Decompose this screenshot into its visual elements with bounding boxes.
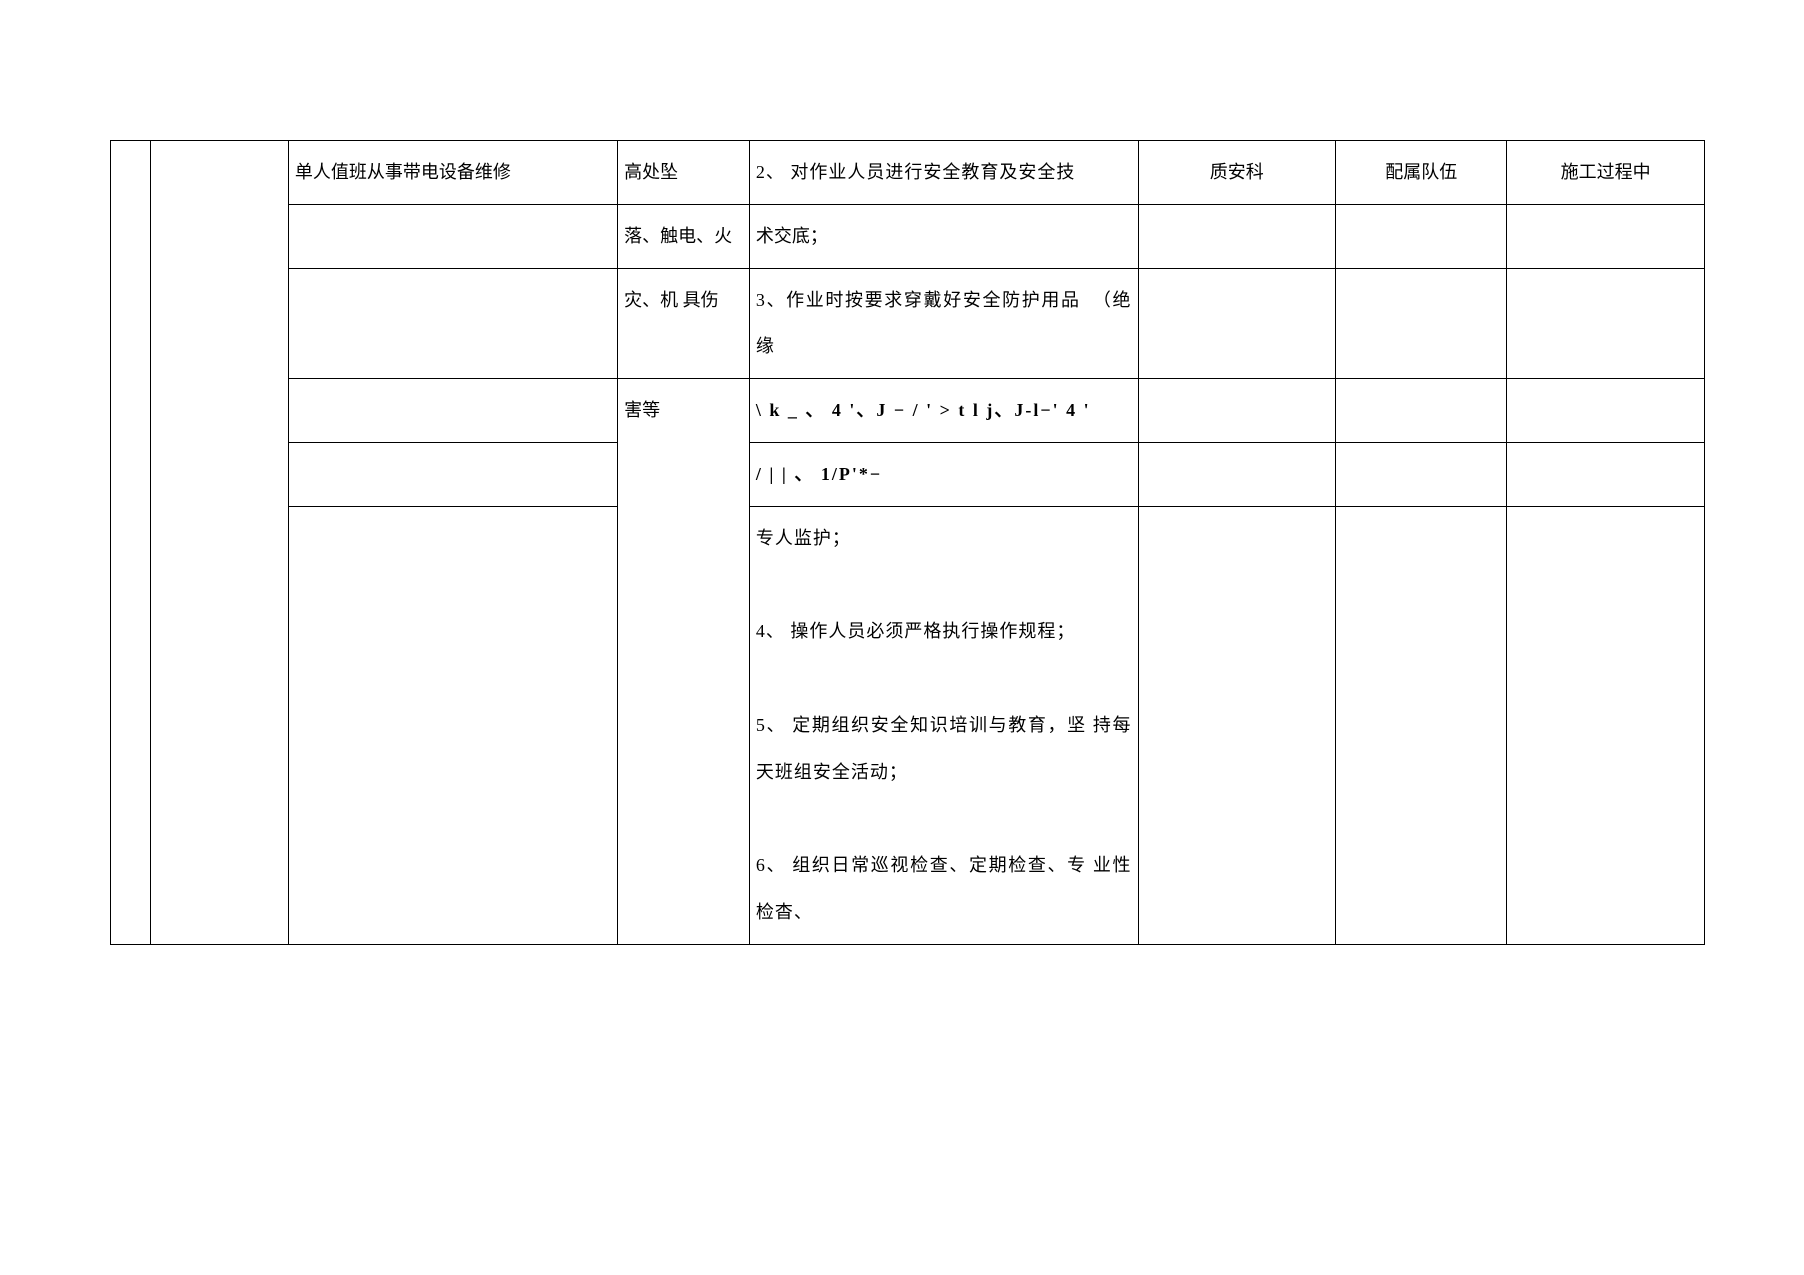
text-d-r1: 高处坠 xyxy=(618,141,749,204)
cell-h-r6 xyxy=(1507,506,1705,944)
cell-c-r4 xyxy=(288,379,617,443)
cell-c-r2 xyxy=(288,204,617,268)
cell-f-r3 xyxy=(1138,268,1336,379)
text-f-r1: 质安科 xyxy=(1139,141,1336,204)
cell-a xyxy=(111,141,151,945)
cell-g-r5 xyxy=(1336,442,1507,506)
cell-d-r4: 害等 xyxy=(618,379,750,945)
cell-h-r2 xyxy=(1507,204,1705,268)
cell-d-r3: 灾、机 具伤 xyxy=(618,268,750,379)
cell-c-r1: 单人值班从事带电设备维修 xyxy=(288,141,617,205)
document-table-container: 单人值班从事带电设备维修 高处坠 2、 对作业人员进行安全教育及安全技 质安科 … xyxy=(110,140,1705,945)
text-d-r3: 灾、机 具伤 xyxy=(618,269,749,332)
cell-f-r1: 质安科 xyxy=(1138,141,1336,205)
cell-e-r4: \ k _ 、 4 '、J − / ' > t l j、J-l−' 4 ' xyxy=(749,379,1138,443)
text-e-r1: 2、 对作业人员进行安全教育及安全技 xyxy=(750,141,1138,204)
text-e-r6: 专人监护； 4、 操作人员必须严格执行操作规程； 5、 定期组织安全知识培训与教… xyxy=(750,507,1138,944)
cell-c-r5 xyxy=(288,442,617,506)
cell-e-r6: 专人监护； 4、 操作人员必须严格执行操作规程； 5、 定期组织安全知识培训与教… xyxy=(749,506,1138,944)
cell-g-r2 xyxy=(1336,204,1507,268)
cell-e-r2: 术交底； xyxy=(749,204,1138,268)
text-e-r4: \ k _ 、 4 '、J − / ' > t l j、J-l−' 4 ' xyxy=(750,379,1138,442)
cell-h-r4 xyxy=(1507,379,1705,443)
cell-f-r5 xyxy=(1138,442,1336,506)
cell-f-r4 xyxy=(1138,379,1336,443)
cell-d-r2: 落、触电、火 xyxy=(618,204,750,268)
cell-e-r5: / | | 、 1/P'*− xyxy=(749,442,1138,506)
cell-b xyxy=(150,141,288,945)
cell-c-r6 xyxy=(288,506,617,944)
safety-table: 单人值班从事带电设备维修 高处坠 2、 对作业人员进行安全教育及安全技 质安科 … xyxy=(110,140,1705,945)
cell-h-r5 xyxy=(1507,442,1705,506)
text-d-r2: 落、触电、火 xyxy=(618,205,749,268)
cell-e-r3: 3、作业时按要求穿戴好安全防护用品 （绝缘 xyxy=(749,268,1138,379)
cell-f-r2 xyxy=(1138,204,1336,268)
cell-c-r3 xyxy=(288,268,617,379)
cell-f-r6 xyxy=(1138,506,1336,944)
cell-g-r6 xyxy=(1336,506,1507,944)
text-e-r3: 3、作业时按要求穿戴好安全防护用品 （绝缘 xyxy=(750,269,1138,379)
cell-e-r1: 2、 对作业人员进行安全教育及安全技 xyxy=(749,141,1138,205)
text-e-r5: / | | 、 1/P'*− xyxy=(750,443,1138,506)
text-g-r1: 配属队伍 xyxy=(1336,141,1506,204)
cell-h-r1: 施工过程中 xyxy=(1507,141,1705,205)
cell-d-r1: 高处坠 xyxy=(618,141,750,205)
cell-g-r3 xyxy=(1336,268,1507,379)
text-e-r2: 术交底； xyxy=(750,205,1138,268)
cell-g-r4 xyxy=(1336,379,1507,443)
text-d-r4: 害等 xyxy=(618,379,749,442)
cell-h-r3 xyxy=(1507,268,1705,379)
cell-g-r1: 配属队伍 xyxy=(1336,141,1507,205)
text-h-r1: 施工过程中 xyxy=(1507,141,1704,204)
text-c-r1: 单人值班从事带电设备维修 xyxy=(289,141,617,204)
